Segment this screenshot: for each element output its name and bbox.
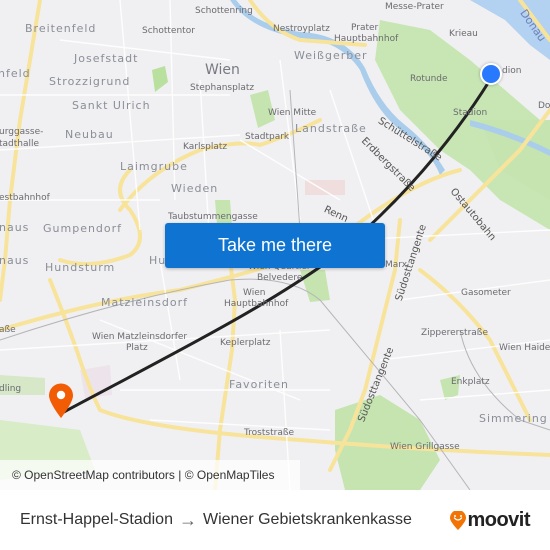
map-label: Prater [351,23,379,33]
map-label: Keplerplatz [220,338,271,348]
origin-name: Ernst-Happel-Stadion [20,511,173,528]
map-label: Laimgrube [120,160,188,173]
map-label: naus [0,254,30,267]
map-label: Rotunde [410,74,448,84]
map-label: Wien Matzleinsdorfer [92,332,188,342]
map-label: nfeld [0,67,31,80]
map-label: Troststraße [244,428,295,438]
map-label: Platz [126,343,148,353]
arrow-right-icon: → [178,509,197,530]
map-view[interactable]: Schottenring Messe-Prater Donau Breitenf… [0,0,550,490]
map-label: Stephansplatz [190,83,255,93]
map-label: Neubau [65,128,114,141]
map-label: Gumpendorf [43,222,123,235]
park-volksgarten [152,66,168,92]
map-label: Belvedere [257,273,303,283]
map-label: Matzleinsdorf [101,296,189,309]
map-label: Simmering [479,412,548,425]
brand-name: moovit [467,509,530,531]
map-label: Krieau [449,29,478,39]
map-label: Gasometer [461,288,511,298]
map-label: Wien Grillgasse [390,442,460,452]
map-label: Wien [205,62,240,78]
map-label: Josefstadt [74,52,139,65]
map-label: Sankt Ulrich [72,99,151,112]
map-label: Stadtpark [245,132,290,142]
route-footer: Ernst-Happel-Stadion → Wiener Gebietskra… [0,490,550,550]
map-label: aße [0,325,16,335]
destination-name: Wiener Gebietskrankenkasse [202,511,412,528]
map-label: Hauptbahnhof [224,299,289,309]
map-label: Wieden [171,182,219,195]
map-label: Schottenring [195,6,253,16]
map-label: Hauptbahnhof [334,34,399,44]
map-label: Taubstummengasse [168,212,258,222]
map-label: Do [538,101,550,111]
map-label: Messe-Prater [385,2,444,12]
map-label: Schottentor [142,26,195,36]
map-label: Enkplatz [451,377,490,387]
attribution-text: © OpenStreetMap contributors | © OpenMap… [12,468,275,482]
map-label: Landstraße [295,122,367,135]
map-label: Wien Mitte [268,108,317,118]
map-label: Karlsplatz [183,142,228,152]
map-label: dling [0,384,22,394]
map-label: tadthalle [0,139,40,149]
map-label: Breitenfeld [25,22,97,35]
map-label: naus [0,221,30,234]
park-belvedere [300,270,330,302]
map-label: estbahnhof [0,193,50,203]
map-label: Hundsturm [45,261,116,274]
map-label: Zippererstraße [421,328,489,338]
map-label: Hu [149,254,167,267]
map-label: Nestroyplatz [273,24,330,34]
map-label: Stadion [453,108,488,118]
map-label: Wien [243,288,266,298]
moovit-pin-icon [450,510,467,530]
map-label: Favoriten [229,378,289,391]
map-label: Wien Haidest [499,343,550,353]
moovit-logo[interactable]: moovit [449,509,530,532]
map-attribution: © OpenStreetMap contributors | © OpenMap… [0,460,300,490]
origin-marker[interactable] [480,63,502,85]
map-label: urggasse- [0,127,44,137]
map-label: dion [502,66,522,76]
take-me-there-button[interactable]: Take me there [165,223,385,268]
map-label: Weißgerber [294,49,368,62]
map-label: Strozzigrund [49,75,131,88]
destination-pin-icon[interactable] [47,383,75,419]
